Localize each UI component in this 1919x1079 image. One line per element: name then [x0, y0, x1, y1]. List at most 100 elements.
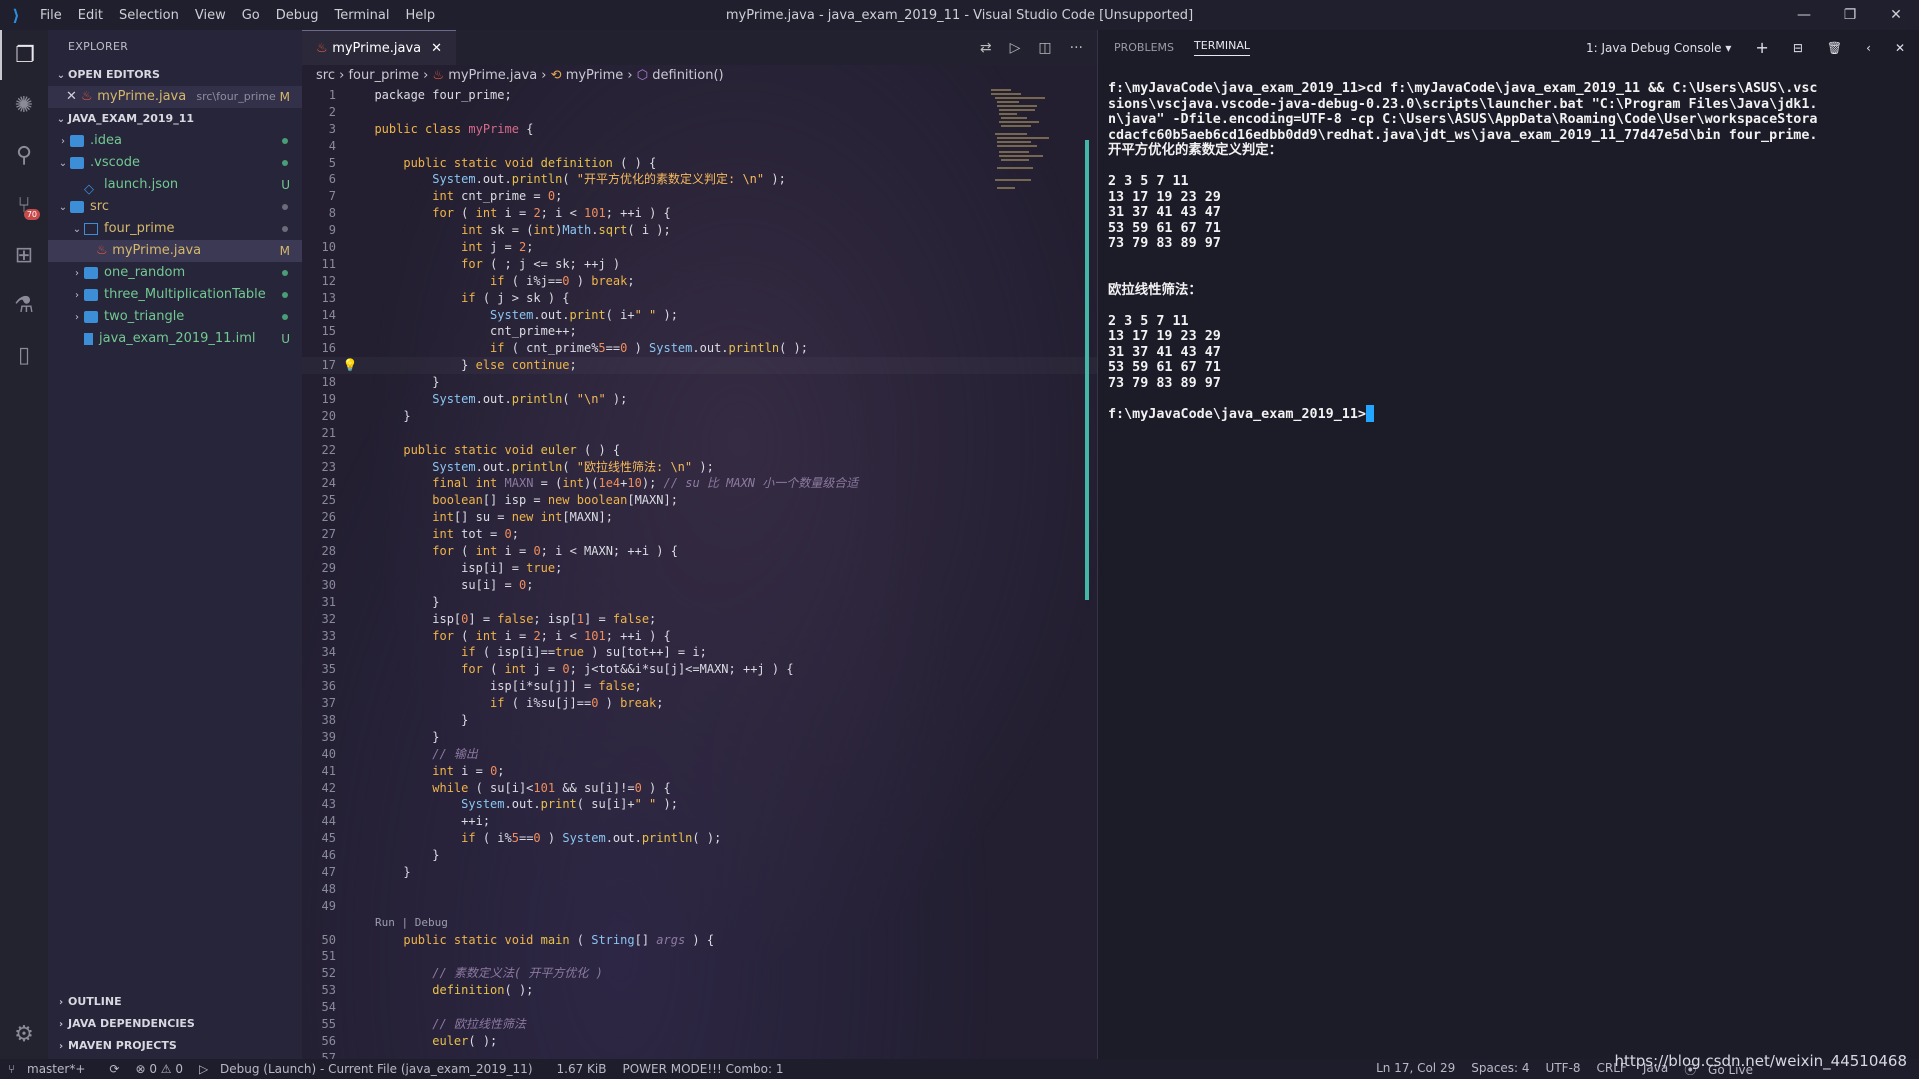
- console-select[interactable]: 1: Java Debug Console ▾: [1586, 41, 1731, 55]
- explorer-sidebar: EXPLORER ⌄ OPEN EDITORS ✕ ♨ myPrime.java …: [48, 30, 302, 1059]
- tree-item-src[interactable]: ⌄ src: [48, 196, 302, 218]
- terminal-cursor: [1365, 405, 1374, 422]
- gear-icon[interactable]: ⚙: [0, 1009, 48, 1059]
- tab-problems[interactable]: PROBLEMS: [1114, 41, 1174, 54]
- outline-section[interactable]: › OUTLINE: [48, 991, 302, 1013]
- tab-myprime-java[interactable]: ♨ myPrime.java ✕: [302, 30, 457, 65]
- more-actions-icon[interactable]: ···: [1070, 40, 1083, 56]
- activity-bar: ❐ ✺ ⚲ ⑂ 70 ⊞ ⚗ ▯ ⚙: [0, 30, 48, 1059]
- tree-item-idea[interactable]: › .idea: [48, 130, 302, 152]
- menu-item-go[interactable]: Go: [234, 8, 268, 23]
- folder-icon: [70, 156, 84, 169]
- terminal-line: f:\myJavaCode\java_exam_2019_11>: [1108, 405, 1919, 422]
- close-icon[interactable]: ✕: [66, 89, 77, 104]
- menu-item-edit[interactable]: Edit: [70, 8, 111, 23]
- chevron-down-icon: ⌄: [58, 202, 68, 213]
- restore-button[interactable]: ❐: [1827, 0, 1873, 30]
- java-file-icon: ♨: [316, 41, 333, 56]
- chevron-left-icon[interactable]: ‹: [1866, 41, 1871, 55]
- tree-item-three-multiplicationtable[interactable]: › three_MultiplicationTable: [48, 284, 302, 306]
- menu-bar: File Edit Selection View Go Debug Terminal Help: [32, 8, 443, 23]
- terminal-line: 53 59 61 67 71: [1108, 220, 1221, 236]
- encoding-status[interactable]: UTF-8: [1538, 1061, 1589, 1078]
- close-panel-icon[interactable]: ✕: [1895, 41, 1905, 55]
- power-mode-status: POWER MODE!!! Combo: 1: [622, 1062, 784, 1076]
- close-window-button[interactable]: ✕: [1873, 0, 1919, 30]
- terminal-line: 31 37 41 43 47: [1108, 205, 1221, 220]
- chevron-down-icon: ⌄: [58, 158, 68, 169]
- menu-item-selection[interactable]: Selection: [111, 8, 187, 23]
- folder-icon: [84, 288, 98, 301]
- folder-icon: [84, 310, 98, 323]
- search-icon[interactable]: ⚲: [0, 130, 48, 180]
- code-editor[interactable]: 1 package four_prime; 2 3 public class m…: [302, 87, 1097, 1059]
- file-icon: [84, 332, 93, 345]
- problems-status[interactable]: ⊗ 0 ⚠ 0: [127, 1062, 191, 1076]
- terminal-line: n\java" -Dfile.encoding=UTF-8 -cp C:\Use…: [1108, 112, 1818, 127]
- explorer-icon[interactable]: ❐: [0, 30, 48, 80]
- chevron-down-icon: ▾: [1725, 40, 1732, 55]
- editor-area: ♨ myPrime.java ✕ ⇄ ▷ ◫ ··· src › four_pri…: [302, 30, 1097, 1059]
- terminal-line: 13 17 19 23 29: [1108, 189, 1221, 205]
- sync-icon[interactable]: ⟳: [101, 1062, 127, 1076]
- split-terminal-icon[interactable]: ⊟: [1793, 41, 1803, 55]
- menu-item-help[interactable]: Help: [397, 8, 443, 23]
- breadcrumb-four-prime[interactable]: four_prime: [348, 68, 418, 83]
- scm-badge: 70: [23, 209, 40, 220]
- indentation-status[interactable]: Spaces: 4: [1463, 1061, 1537, 1078]
- terminal-panel: PROBLEMS TERMINAL 1: Java Debug Console …: [1097, 30, 1919, 1059]
- vertical-scrollbar[interactable]: [1085, 140, 1089, 600]
- trash-icon[interactable]: 🗑: [1827, 41, 1842, 55]
- maven-projects-section[interactable]: › MAVEN PROJECTS: [48, 1035, 302, 1057]
- chevron-right-icon: ›: [61, 136, 65, 147]
- split-editor-icon[interactable]: ◫: [1038, 40, 1051, 56]
- menu-item-debug[interactable]: Debug: [268, 8, 327, 23]
- source-control-icon[interactable]: ⑂ 70: [0, 180, 48, 230]
- breadcrumb-file[interactable]: myPrime.java: [448, 68, 537, 83]
- breadcrumb-class[interactable]: myPrime: [566, 68, 624, 83]
- menu-item-terminal[interactable]: Terminal: [327, 8, 398, 23]
- breadcrumb-method[interactable]: definition(): [652, 68, 723, 83]
- java-dependencies-section[interactable]: › JAVA DEPENDENCIES: [48, 1013, 302, 1035]
- cursor-position[interactable]: Ln 17, Col 29: [1368, 1061, 1463, 1078]
- minimize-button[interactable]: —: [1781, 0, 1827, 30]
- chevron-right-icon: ›: [58, 1041, 64, 1052]
- terminal-output[interactable]: f:\myJavaCode\java_exam_2019_11>cd f:\my…: [1098, 65, 1919, 422]
- run-icon[interactable]: ▷: [1010, 40, 1021, 56]
- branch-status[interactable]: ⑂ master*+: [0, 1062, 101, 1076]
- tree-item-two-triangle[interactable]: › two_triangle: [48, 306, 302, 328]
- tree-item-vscode[interactable]: ⌄ .vscode: [48, 152, 302, 174]
- minimap[interactable]: [989, 87, 1059, 207]
- workspace-section[interactable]: ⌄ JAVA_EXAM_2019_11: [48, 108, 302, 130]
- lightbulb-icon[interactable]: 💡: [340, 357, 360, 374]
- open-editor-item[interactable]: ✕ ♨ myPrime.java src\four_prime M: [48, 86, 302, 108]
- breadcrumb-src[interactable]: src: [316, 68, 335, 83]
- tab-terminal[interactable]: TERMINAL: [1194, 39, 1250, 56]
- menu-item-view[interactable]: View: [187, 8, 234, 23]
- folder-icon: [84, 266, 98, 279]
- breadcrumb: src › four_prime › ♨ myPrime.java › ⟲ my…: [316, 68, 724, 83]
- extensions-icon[interactable]: ⊞: [0, 230, 48, 280]
- open-editors-section[interactable]: ⌄ OPEN EDITORS: [48, 64, 302, 86]
- terminal-line: f:\myJavaCode\java_exam_2019_11>cd f:\my…: [1108, 81, 1818, 96]
- debug-status[interactable]: ▷ Debug (Launch) - Current File (java_ex…: [191, 1062, 549, 1076]
- run-debug-codelens[interactable]: Run | Debug: [302, 915, 1097, 932]
- book-icon[interactable]: ▯: [0, 330, 48, 380]
- add-terminal-icon[interactable]: +: [1755, 38, 1768, 57]
- tree-item-myprime-java[interactable]: ♨ myPrime.java M: [48, 240, 302, 262]
- tree-item-launch-json[interactable]: ◇ launch.json U: [48, 174, 302, 197]
- tree-item-four-prime[interactable]: ⌄ four_prime: [48, 218, 302, 240]
- close-tab-icon[interactable]: ✕: [431, 41, 442, 56]
- watermark: https://blog.csdn.net/weixin_44510468: [1614, 1052, 1907, 1070]
- test-flask-icon[interactable]: ⚗: [0, 280, 48, 330]
- compare-icon[interactable]: ⇄: [980, 40, 992, 56]
- debug-icon[interactable]: ✺: [0, 80, 48, 130]
- sidebar-header: EXPLORER: [68, 40, 129, 53]
- tree-item-iml[interactable]: java_exam_2019_11.iml U: [48, 328, 302, 350]
- tree-item-one-random[interactable]: › one_random: [48, 262, 302, 284]
- menu-item-file[interactable]: File: [32, 8, 70, 23]
